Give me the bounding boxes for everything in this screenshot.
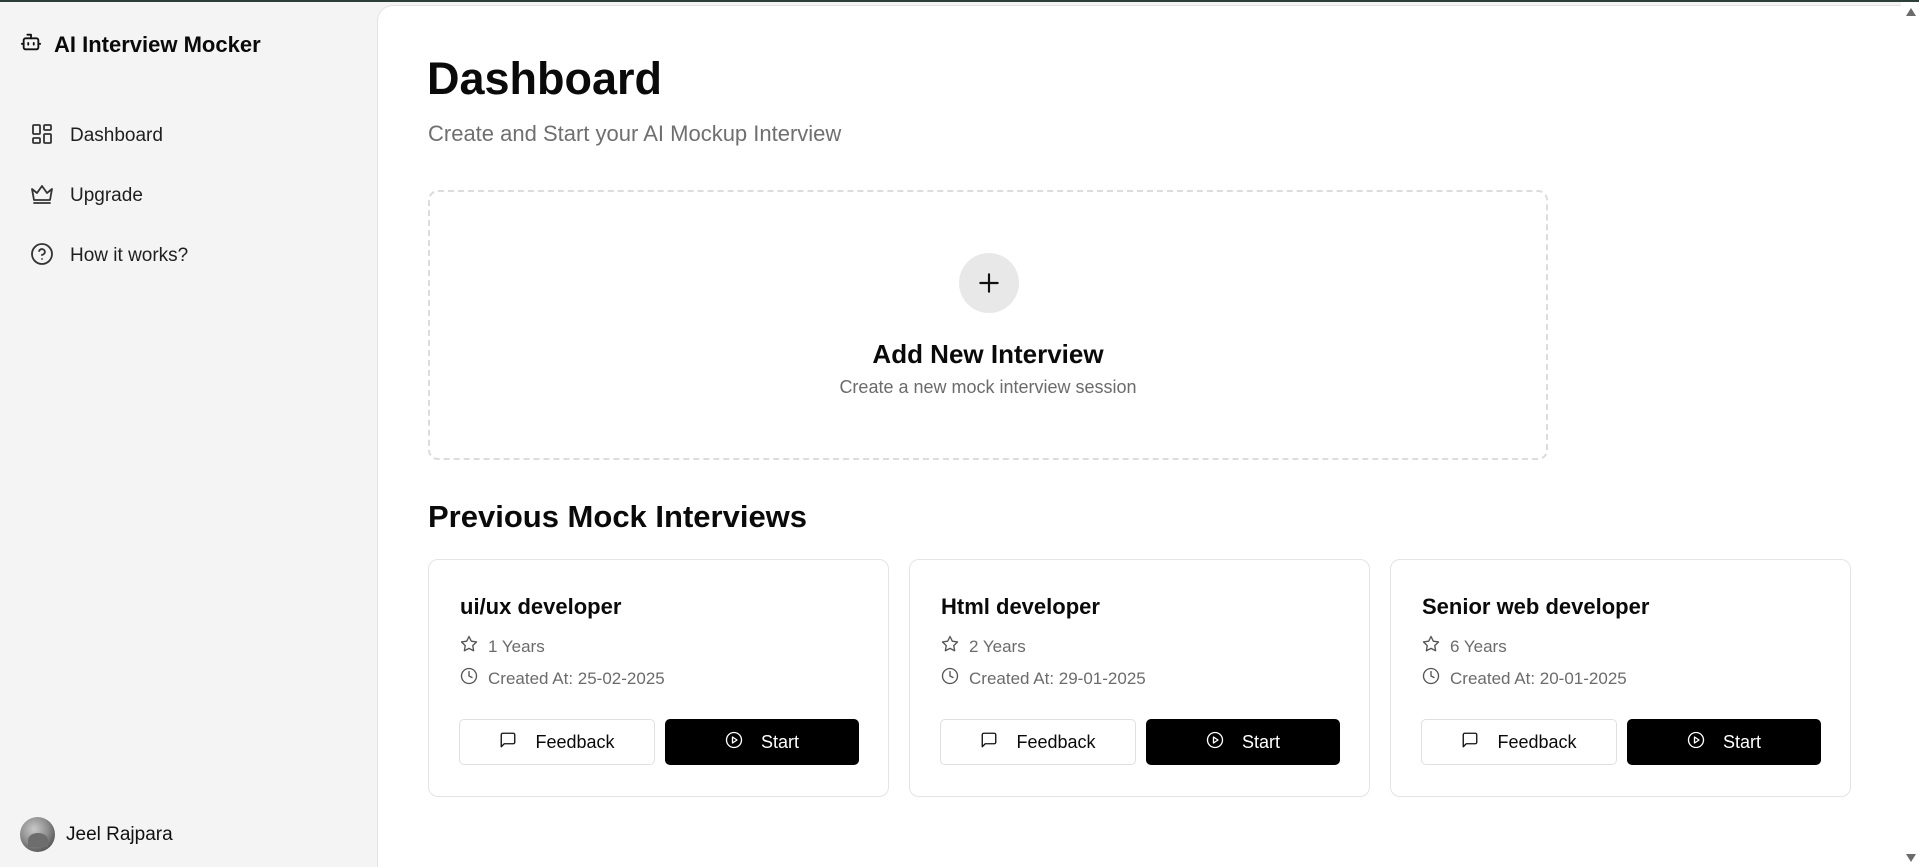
section-title: Previous Mock Interviews: [428, 499, 808, 534]
scroll-up-arrow-icon[interactable]: [1906, 8, 1916, 16]
sidebar-item-label: How it works?: [70, 245, 189, 266]
experience-text: 6 Years: [1450, 636, 1507, 656]
star-icon: [1422, 635, 1440, 658]
interview-card: ui/ux developer 1 Years Created At: 25-0…: [428, 559, 889, 797]
experience-row: 6 Years: [1422, 635, 1507, 658]
vertical-scrollbar[interactable]: [1901, 2, 1919, 867]
user-name: Jeel Rajpara: [66, 823, 173, 845]
avatar: [20, 817, 55, 852]
brand[interactable]: AI Interview Mocker: [20, 31, 261, 58]
dashboard-grid-icon: [30, 122, 54, 151]
clock-icon: [460, 667, 478, 690]
message-square-icon: [1461, 731, 1479, 754]
help-circle-icon: [30, 242, 54, 271]
feedback-label: Feedback: [1497, 731, 1577, 752]
created-text: Created At: 20-01-2025: [1450, 668, 1627, 688]
page-subtitle: Create and Start your AI Mockup Intervie…: [428, 121, 842, 146]
created-text: Created At: 25-02-2025: [488, 668, 665, 688]
feedback-label: Feedback: [1016, 731, 1096, 752]
add-interview-title: Add New Interview: [872, 339, 1104, 369]
sidebar-item-label: Upgrade: [70, 185, 143, 206]
interview-role: ui/ux developer: [460, 594, 622, 619]
sidebar-item-how-it-works[interactable]: How it works?: [30, 236, 188, 276]
message-square-icon: [980, 731, 998, 754]
clock-icon: [941, 667, 959, 690]
message-square-icon: [499, 731, 517, 754]
crown-icon: [30, 182, 54, 211]
experience-row: 2 Years: [941, 635, 1026, 658]
interview-role: Senior web developer: [1422, 594, 1650, 619]
page-title: Dashboard: [427, 53, 663, 104]
interview-card: Html developer 2 Years Created At: 29-01…: [909, 559, 1370, 797]
star-icon: [941, 635, 959, 658]
start-label: Start: [1241, 731, 1280, 752]
feedback-button[interactable]: Feedback: [940, 719, 1136, 765]
experience-text: 1 Years: [488, 636, 545, 656]
interview-role: Html developer: [941, 594, 1100, 619]
plus-icon: [959, 253, 1019, 313]
start-label: Start: [760, 731, 799, 752]
bot-icon: [20, 31, 42, 58]
start-button[interactable]: Start: [1627, 719, 1821, 765]
user-profile[interactable]: Jeel Rajpara: [20, 817, 173, 852]
interview-card: Senior web developer 6 Years Created At:…: [1390, 559, 1851, 797]
main-content: Dashboard Create and Start your AI Mocku…: [377, 5, 1901, 867]
start-button[interactable]: Start: [1146, 719, 1340, 765]
app-title: AI Interview Mocker: [54, 31, 261, 57]
feedback-button[interactable]: Feedback: [1421, 719, 1617, 765]
clock-icon: [1422, 667, 1440, 690]
created-row: Created At: 25-02-2025: [460, 667, 665, 690]
star-icon: [460, 635, 478, 658]
scroll-down-arrow-icon[interactable]: [1906, 854, 1916, 862]
sidebar-item-label: Dashboard: [70, 125, 163, 146]
play-circle-icon: [1206, 731, 1224, 754]
play-circle-icon: [1687, 731, 1705, 754]
sidebar-item-dashboard[interactable]: Dashboard: [30, 116, 188, 156]
experience-row: 1 Years: [460, 635, 545, 658]
start-label: Start: [1722, 731, 1761, 752]
experience-text: 2 Years: [969, 636, 1026, 656]
feedback-button[interactable]: Feedback: [459, 719, 655, 765]
feedback-label: Feedback: [535, 731, 615, 752]
start-button[interactable]: Start: [665, 719, 859, 765]
sidebar-nav: Dashboard Upgrade How it works?: [30, 116, 188, 296]
sidebar-item-upgrade[interactable]: Upgrade: [30, 176, 188, 216]
created-row: Created At: 29-01-2025: [941, 667, 1146, 690]
created-text: Created At: 29-01-2025: [969, 668, 1146, 688]
sidebar: AI Interview Mocker Dashboard Upgrade Ho…: [0, 2, 377, 867]
add-new-interview-card[interactable]: Add New Interview Create a new mock inte…: [428, 190, 1548, 460]
created-row: Created At: 20-01-2025: [1422, 667, 1627, 690]
play-circle-icon: [725, 731, 743, 754]
add-interview-subtitle: Create a new mock interview session: [839, 377, 1137, 397]
